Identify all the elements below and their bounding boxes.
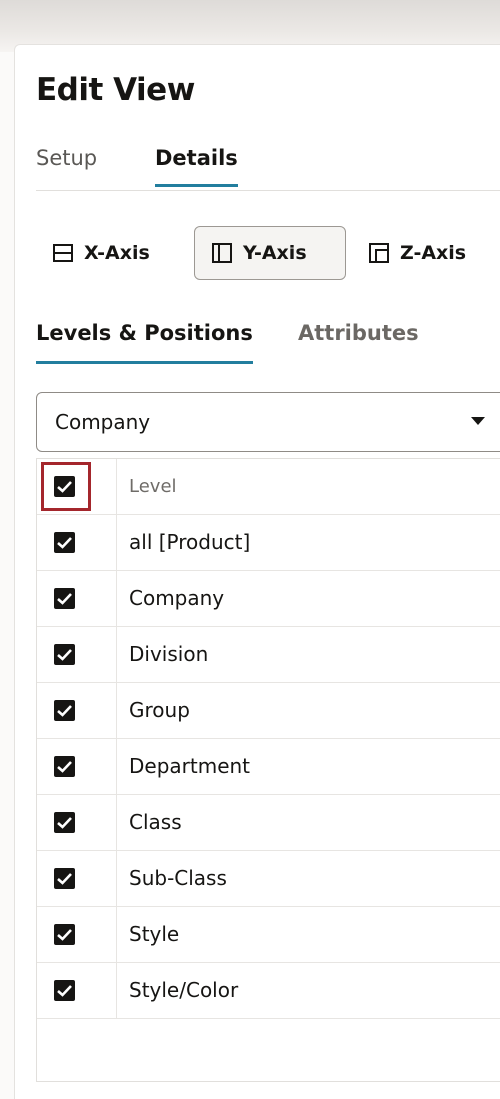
level-name: all [Product]	[129, 530, 251, 554]
level-name: Department	[129, 754, 251, 778]
select-all-checkbox[interactable]	[54, 476, 75, 497]
y-axis-button[interactable]: Y-Axis	[194, 226, 346, 280]
checkmark-icon	[57, 873, 72, 885]
page-title: Edit View	[36, 72, 195, 108]
chevron-down-icon	[471, 417, 485, 425]
table-row: Sub-Class	[37, 851, 500, 907]
level-name: Company	[129, 586, 225, 610]
table-row: all [Product]	[37, 515, 500, 571]
table-row: Department	[37, 739, 500, 795]
row-select-cell	[37, 571, 117, 626]
row-checkbox[interactable]	[54, 700, 75, 721]
checkmark-icon	[57, 985, 72, 997]
checkmark-icon	[57, 705, 72, 717]
row-select-cell	[37, 627, 117, 682]
table-header-row: Level	[37, 459, 500, 515]
select-all-cell	[37, 459, 117, 514]
x-axis-label: X-Axis	[84, 242, 150, 264]
level-name: Class	[129, 810, 182, 834]
row-checkbox[interactable]	[54, 644, 75, 665]
row-checkbox[interactable]	[54, 756, 75, 777]
level-name: Style	[129, 922, 180, 946]
level-column-header: Level	[129, 476, 177, 497]
table-row: Style/Color	[37, 963, 500, 1019]
level-name: Sub-Class	[129, 866, 227, 890]
checkmark-icon	[57, 929, 72, 941]
row-checkbox[interactable]	[54, 868, 75, 889]
tab-attributes[interactable]: Attributes	[298, 321, 419, 361]
row-select-cell	[37, 963, 117, 1018]
y-axis-icon	[212, 243, 232, 263]
table-row: Class	[37, 795, 500, 851]
levels-table: Level all [Product] Company Division Gro…	[36, 458, 500, 1082]
tab-levels-positions[interactable]: Levels & Positions	[36, 321, 253, 364]
row-select-cell	[37, 851, 117, 906]
row-checkbox[interactable]	[54, 588, 75, 609]
row-checkbox[interactable]	[54, 812, 75, 833]
checkmark-icon	[57, 761, 72, 773]
row-select-cell	[37, 795, 117, 850]
checkmark-icon	[57, 481, 72, 493]
y-axis-label: Y-Axis	[243, 242, 307, 264]
row-checkbox[interactable]	[54, 924, 75, 945]
tab-details[interactable]: Details	[155, 146, 238, 187]
checkmark-icon	[57, 593, 72, 605]
row-select-cell	[37, 907, 117, 962]
z-axis-label: Z-Axis	[400, 242, 467, 264]
tab-setup[interactable]: Setup	[36, 146, 97, 186]
table-row: Style	[37, 907, 500, 963]
level-name: Group	[129, 698, 190, 722]
checkmark-icon	[57, 817, 72, 829]
z-axis-icon	[369, 243, 389, 263]
app-frame: Edit View Setup Details X-Axis Y-Axis Z-…	[0, 0, 500, 1099]
hierarchy-select-value: Company	[55, 410, 151, 434]
x-axis-button[interactable]: X-Axis	[52, 226, 180, 280]
x-axis-icon	[53, 244, 73, 262]
table-row: Division	[37, 627, 500, 683]
checkmark-icon	[57, 649, 72, 661]
main-tab-bar: Setup Details	[36, 140, 500, 191]
row-select-cell	[37, 739, 117, 794]
row-select-cell	[37, 515, 117, 570]
row-checkbox[interactable]	[54, 980, 75, 1001]
checkmark-icon	[57, 537, 72, 549]
hierarchy-select[interactable]: Company	[36, 392, 500, 452]
level-name: Division	[129, 642, 209, 666]
row-select-cell	[37, 683, 117, 738]
level-name: Style/Color	[129, 978, 239, 1002]
table-row: Group	[37, 683, 500, 739]
table-row: Company	[37, 571, 500, 627]
z-axis-button[interactable]: Z-Axis	[368, 226, 490, 280]
row-checkbox[interactable]	[54, 532, 75, 553]
sub-tab-bar: Levels & Positions Attributes	[36, 316, 500, 366]
